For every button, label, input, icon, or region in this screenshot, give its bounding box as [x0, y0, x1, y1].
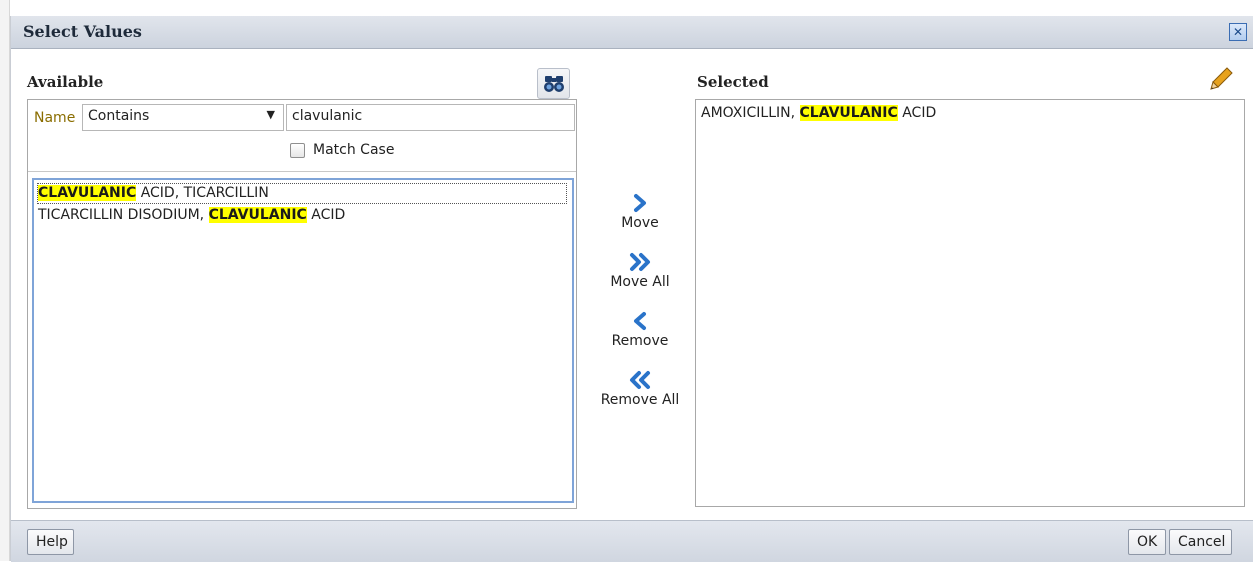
- available-list-item[interactable]: CLAVULANIC ACID, TICARCILLIN: [37, 183, 567, 204]
- name-label: Name: [34, 110, 76, 126]
- double-chevron-right-icon: [630, 253, 650, 271]
- move-all-button[interactable]: Move All: [585, 251, 695, 290]
- item-text: ACID: [306, 207, 346, 223]
- match-case-label: Match Case: [313, 142, 395, 158]
- binoculars-icon: [543, 75, 564, 92]
- cancel-button[interactable]: Cancel: [1169, 529, 1232, 555]
- move-label: Move: [621, 215, 659, 231]
- item-text: ACID: [897, 105, 937, 121]
- help-button[interactable]: Help: [27, 529, 74, 555]
- item-text: AMOXICILLIN,: [701, 105, 800, 121]
- selected-heading: Selected: [697, 73, 769, 91]
- move-button[interactable]: Move: [585, 192, 695, 231]
- move-all-label: Move All: [610, 274, 670, 290]
- remove-label: Remove: [611, 333, 669, 349]
- available-list[interactable]: CLAVULANIC ACID, TICARCILLIN TICARCILLIN…: [32, 178, 574, 503]
- chevron-right-icon: [634, 194, 646, 212]
- dialog-footer: Help OK Cancel: [11, 520, 1253, 562]
- close-button[interactable]: ✕: [1229, 23, 1247, 41]
- background-window-edge: [0, 0, 10, 561]
- match-highlight: CLAVULANIC: [208, 207, 307, 223]
- match-highlight: CLAVULANIC: [38, 185, 137, 201]
- available-heading: Available: [27, 73, 104, 91]
- match-highlight: CLAVULANIC: [799, 105, 898, 121]
- selected-list[interactable]: AMOXICILLIN, CLAVULANIC ACID: [695, 99, 1245, 507]
- available-panel: Name Contains ▼ clavulanic Match Case CL…: [27, 99, 577, 509]
- pencil-icon: [1210, 67, 1233, 90]
- match-case-option[interactable]: Match Case: [290, 142, 394, 158]
- select-values-dialog: Select Values ✕ Available Selected Name …: [10, 16, 1253, 562]
- search-input[interactable]: clavulanic: [286, 104, 575, 131]
- remove-all-label: Remove All: [600, 392, 680, 408]
- dropdown-arrow-icon: ▼: [266, 108, 275, 121]
- search-input-value: clavulanic: [292, 108, 363, 124]
- remove-button[interactable]: Remove: [585, 310, 695, 349]
- close-icon: ✕: [1232, 25, 1244, 39]
- dialog-titlebar: Select Values ✕: [11, 16, 1253, 49]
- operator-select[interactable]: Contains ▼: [82, 104, 284, 131]
- operator-value: Contains: [88, 108, 150, 124]
- ok-button[interactable]: OK: [1128, 529, 1166, 555]
- chevron-left-icon: [634, 312, 646, 330]
- remove-all-button[interactable]: Remove All: [585, 369, 695, 408]
- double-chevron-left-icon: [630, 371, 650, 389]
- item-text: ACID, TICARCILLIN: [136, 185, 269, 201]
- available-list-item[interactable]: TICARCILLIN DISODIUM, CLAVULANIC ACID: [38, 206, 345, 225]
- filter-row: Name Contains ▼ clavulanic Match Case: [28, 100, 576, 172]
- match-case-checkbox[interactable]: [290, 142, 305, 158]
- selected-list-item[interactable]: AMOXICILLIN, CLAVULANIC ACID: [701, 104, 936, 123]
- item-text: TICARCILLIN DISODIUM,: [38, 207, 209, 223]
- dialog-title: Select Values: [23, 22, 142, 41]
- edit-button[interactable]: [1207, 65, 1235, 93]
- search-button[interactable]: [537, 68, 570, 99]
